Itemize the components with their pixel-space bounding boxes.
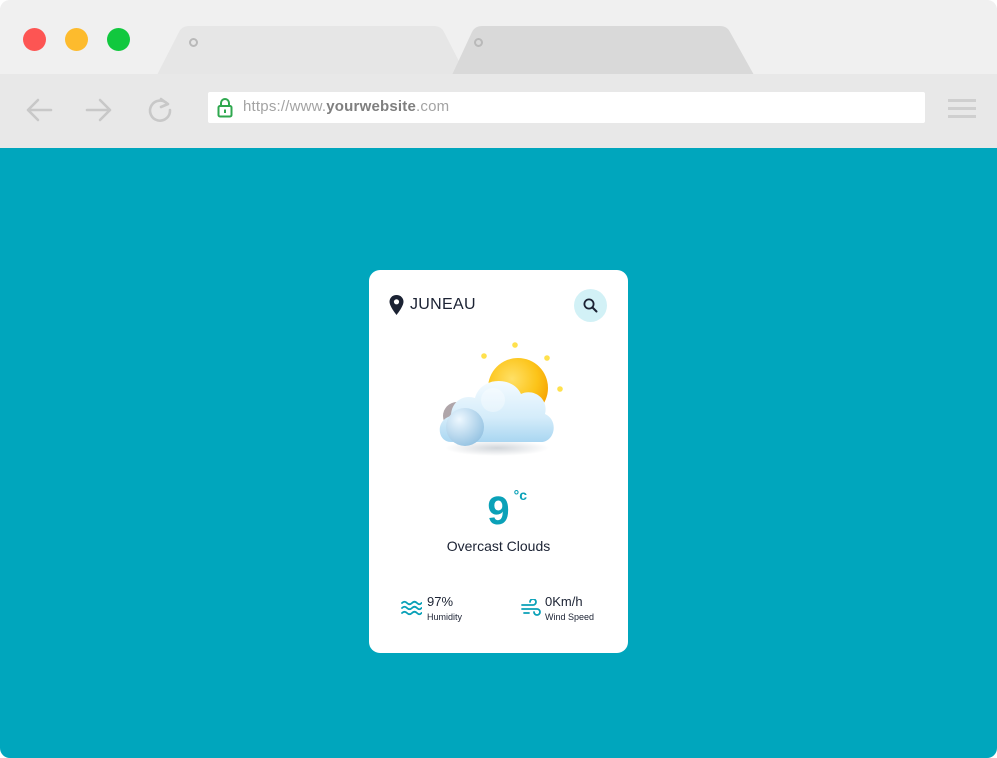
temperature-wrap: 9 °c — [487, 487, 527, 534]
hamburger-menu-icon[interactable] — [948, 98, 976, 120]
browser-toolbar: https://www.yourwebsite.com — [0, 74, 997, 148]
tab-favicon-icon — [474, 38, 483, 47]
arrow-right-icon[interactable] — [84, 95, 114, 125]
search-icon — [583, 298, 598, 313]
tab-bar — [0, 0, 997, 75]
minimize-window-button[interactable] — [65, 28, 88, 51]
city-name: JUNEAU — [410, 296, 476, 313]
temperature-value: 9 — [487, 489, 510, 533]
address-bar[interactable]: https://www.yourwebsite.com — [208, 92, 925, 123]
reload-icon[interactable] — [145, 95, 175, 125]
humidity-value: 97% — [427, 594, 454, 609]
search-button[interactable] — [574, 289, 607, 322]
url-scheme: https://www. — [243, 98, 327, 115]
waves-icon — [401, 600, 422, 616]
tab-favicon-icon — [189, 38, 198, 47]
wind-value: 0Km/h — [545, 594, 583, 609]
humidity-label: Humidity — [427, 612, 463, 622]
sun-behind-cloud-icon — [439, 342, 563, 456]
wind-stat: 0Km/h Wind Speed — [521, 594, 621, 626]
browser-tab[interactable] — [452, 26, 754, 75]
weather-description: Overcast Clouds — [446, 538, 551, 554]
url-host: yourwebsite — [326, 98, 416, 115]
wind-icon — [521, 599, 541, 616]
humidity-stat: 97% Humidity — [401, 594, 501, 626]
maximize-window-button[interactable] — [107, 28, 130, 51]
page-viewport: JUNEAU 9 °c Overcast Clouds 97% Humidity… — [0, 148, 997, 758]
wind-label: Wind Speed — [545, 612, 595, 622]
url-text: https://www.yourwebsite.com — [243, 98, 449, 115]
weather-card: JUNEAU 9 °c Overcast Clouds 97% Humidity… — [369, 270, 628, 653]
map-pin-icon — [389, 295, 404, 315]
lock-icon — [217, 98, 233, 118]
url-tld: .com — [416, 98, 450, 115]
temperature: 9 °c — [369, 487, 628, 534]
browser-tab-active[interactable] — [157, 26, 466, 75]
close-window-button[interactable] — [23, 28, 46, 51]
temperature-unit: °c — [513, 487, 528, 503]
arrow-left-icon[interactable] — [24, 95, 54, 125]
browser-window: https://www.yourwebsite.com JUNEAU 9 °c … — [0, 0, 997, 758]
